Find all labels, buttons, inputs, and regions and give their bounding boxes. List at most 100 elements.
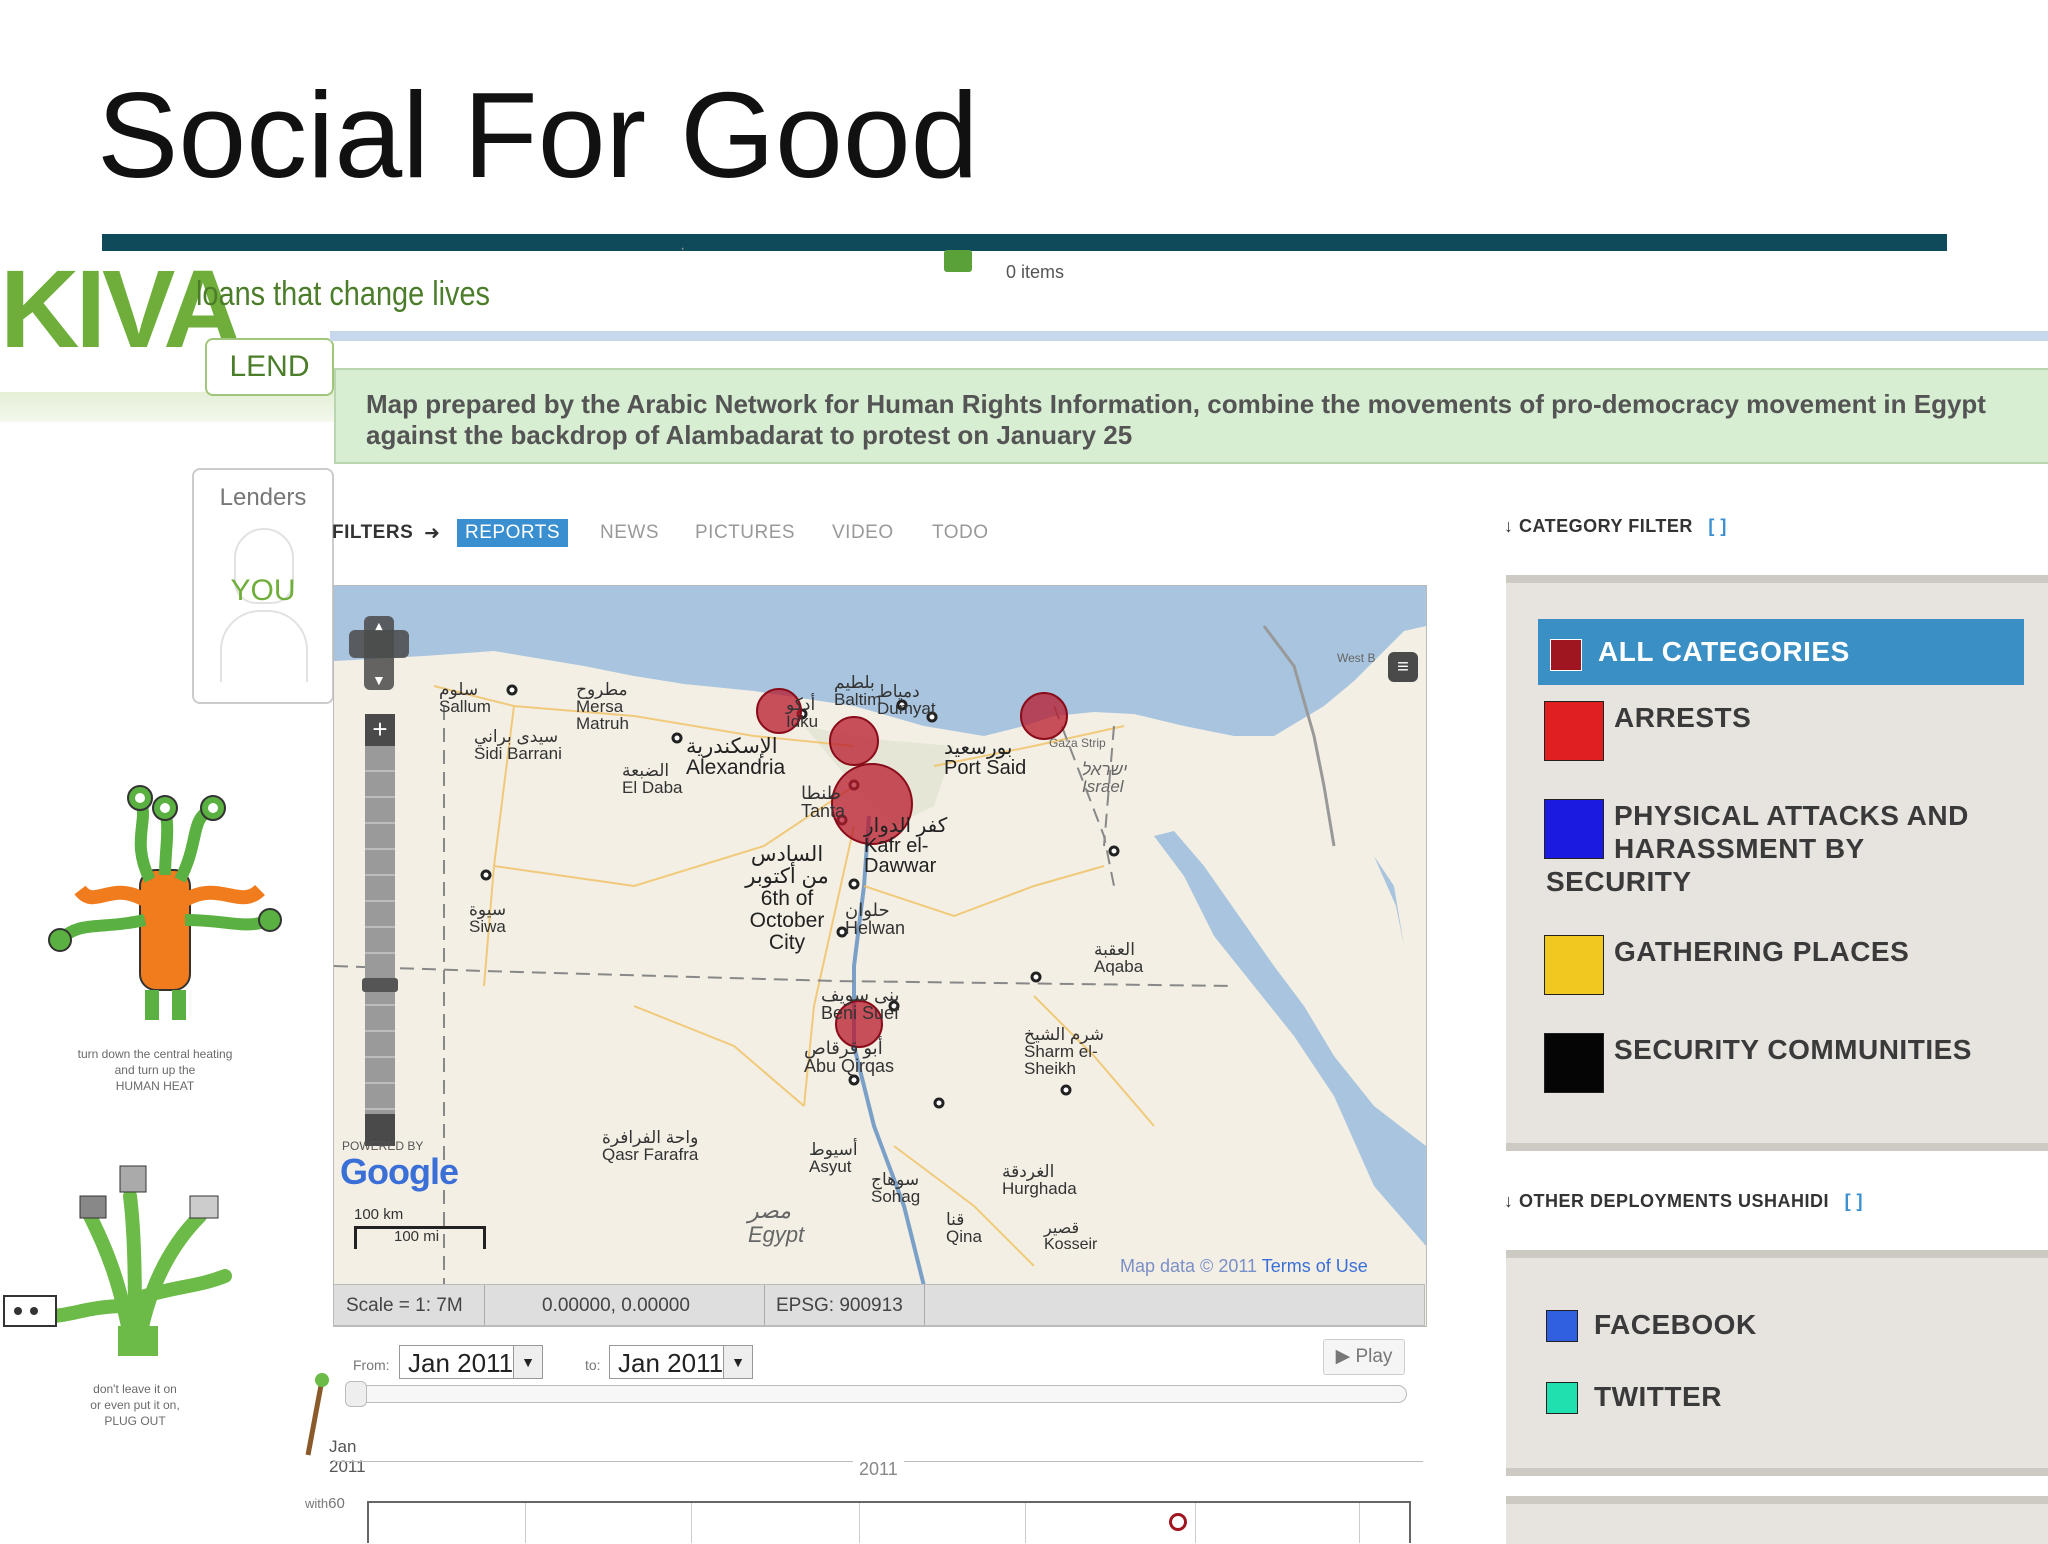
place-baltim: بلطيم Baltim (834, 673, 882, 709)
place-asyut: أسيوط Asyut (809, 1140, 858, 1176)
place-tanta: طنطا Tanta (801, 783, 846, 821)
timeline-panel: From: Jan 2011 ▼ to: Jan 2011 ▼ ▶ Play J… (305, 1339, 1425, 1543)
tab-todo[interactable]: TODO (932, 522, 989, 544)
next-panel-stub (1506, 1496, 2048, 1544)
map-scale: Scale = 1: 7M (346, 1295, 463, 1316)
category-swatch (1544, 799, 1604, 859)
zoom-in-button[interactable]: + (365, 714, 395, 746)
kiva-nav-band (0, 392, 335, 422)
other-deployments-toggle[interactable]: [ ] (1845, 1191, 1864, 1211)
category-swatch (1544, 935, 1604, 995)
category-label-continued: SECURITY (1546, 866, 1692, 897)
place-sharm-el-sheikh: شرم الشيخ Sharm el-Sheikh (1024, 1025, 1105, 1078)
place-sidi-barrani: سيدى براني Sidi Barrani (474, 727, 562, 763)
deployment-label: FACEBOOK (1594, 1309, 1757, 1340)
plug-monster-illustration (3, 1165, 232, 1356)
place-el-daba: الضبعة El Daba (622, 761, 683, 797)
chevron-down-icon[interactable]: ▼ (723, 1346, 752, 1378)
tab-news[interactable]: NEWS (600, 522, 659, 544)
category-physical-attacks[interactable]: PHYSICAL ATTACKS AND HARASSMENT BY SECUR… (1506, 799, 2048, 899)
pan-down-icon[interactable]: ▼ (372, 672, 386, 688)
place-abu-qirqas: أبو قرقاص Abu Qirqas (804, 1038, 895, 1076)
scale-km: 100 km (354, 1206, 404, 1223)
reports-map[interactable]: سلوم Sallum سيدى براني Sidi Barrani مطروح M… (333, 585, 1427, 1327)
time-slider-handle[interactable] (345, 1381, 367, 1407)
category-swatch (1550, 639, 1582, 671)
place-idku: أدكو Idku (786, 695, 819, 731)
graph-y-label: with60 (305, 1495, 345, 1512)
category-security-communities[interactable]: SECURITY COMMUNITIES (1506, 1033, 2048, 1093)
category-filter-header[interactable]: ↓ CATEGORY FILTER [ ] (1504, 516, 1727, 537)
place-sallum: سلوم Sallum (439, 680, 491, 716)
zoom-slider[interactable] (365, 746, 395, 1114)
ushahidi-header-bar (330, 331, 2048, 341)
deployment-twitter[interactable]: TWITTER (1506, 1378, 2048, 1418)
category-all[interactable]: ALL CATEGORIES (1538, 619, 2024, 685)
arrow-down-icon: ↓ (1504, 516, 1520, 536)
place-hurghada: الغردقة Hurghada (1002, 1162, 1077, 1198)
other-deployments-header[interactable]: ↓ OTHER DEPLOYMENTS USHAHIDI [ ] (1504, 1191, 1863, 1212)
place-kosseir: قصير Kosseir (1044, 1220, 1098, 1253)
tab-reports[interactable]: REPORTS (457, 519, 569, 547)
layers-icon[interactable]: ≡ (1388, 652, 1418, 682)
tab-pictures[interactable]: PICTURES (695, 522, 795, 544)
lenders-label: Lenders (219, 484, 307, 511)
map-caption-text: Map prepared by the Arabic Network for H… (366, 389, 1986, 450)
category-label: GATHERING PLACES (1614, 936, 1910, 967)
map-status-bar: Scale = 1: 7M 0.00000, 0.00000 EPSG: 900… (333, 1284, 1425, 1326)
place-helwan: حلوان Helwan (845, 900, 906, 938)
heating-monster-illustration (48, 785, 282, 1020)
from-label: From: (353, 1357, 390, 1373)
from-date-select[interactable]: Jan 2011 ▼ (399, 1345, 543, 1379)
place-6th-of-october: السادس من أكتوبر 6th of October City (745, 843, 829, 954)
place-aqaba: العقبة Aqaba (1094, 940, 1144, 976)
category-label: ALL CATEGORIES (1598, 636, 1850, 667)
place-mersa-matruh: مطروح Mersa Matruh (576, 680, 629, 733)
tab-video[interactable]: VIDEO (832, 522, 894, 544)
slide-title: Social For Good (97, 67, 979, 203)
filters-label: FILTERS (332, 522, 414, 543)
arrow-down-icon: ↓ (1504, 1191, 1520, 1211)
category-label: SECURITY COMMUNITIES (1614, 1034, 1972, 1065)
scale-mi: 100 mi (394, 1228, 440, 1245)
west-bank-label: West B (1337, 651, 1376, 665)
category-filter-panel: ALL CATEGORIES ARRESTS PHYSICAL ATTACKS … (1506, 575, 2048, 1151)
category-gathering-places[interactable]: GATHERING PLACES (1506, 935, 2048, 995)
map-coordinates: 0.00000, 0.00000 (542, 1295, 690, 1316)
cart-items-count[interactable]: 0 items (1006, 262, 1064, 283)
kiva-top-links: · (680, 240, 686, 257)
time-range-slider[interactable] (345, 1385, 1407, 1403)
map-caption-box: Map prepared by the Arabic Network for H… (334, 368, 2048, 464)
pan-horizontal-control[interactable] (349, 630, 409, 658)
lend-tab[interactable]: LEND (205, 338, 334, 396)
timeline-year-label: 2011 (853, 1459, 904, 1480)
play-button[interactable]: ▶ Play (1323, 1339, 1405, 1375)
category-swatch (1544, 701, 1604, 761)
deployment-facebook[interactable]: FACEBOOK (1506, 1306, 2048, 1346)
kiva-tagline: loans that change lives (196, 275, 491, 313)
terms-link[interactable]: Terms of Use (1262, 1256, 1368, 1276)
reports-graph (367, 1501, 1411, 1543)
chevron-down-icon[interactable]: ▼ (513, 1346, 542, 1378)
place-qasr-farafra: واحة الفرافرة Qasr Farafra (602, 1128, 699, 1164)
cart-icon[interactable] (944, 250, 972, 272)
zoom-slider-handle[interactable] (362, 978, 398, 992)
category-filter-toggle[interactable]: [ ] (1708, 516, 1727, 536)
place-siwa: سيوة Siwa (469, 900, 507, 936)
to-date-select[interactable]: Jan 2011 ▼ (609, 1345, 753, 1379)
place-dumyat: دمياط Dumyat (877, 682, 936, 718)
category-arrests[interactable]: ARRESTS (1506, 701, 2048, 761)
place-israel: ישראל Israel (1082, 760, 1128, 796)
deployment-swatch (1546, 1310, 1578, 1342)
map-projection: EPSG: 900913 (776, 1295, 903, 1316)
place-qina: قنا Qina (946, 1210, 982, 1246)
google-logo[interactable]: Google (340, 1151, 459, 1193)
map-attribution: Map data © 2011 Terms of Use (1120, 1256, 1368, 1276)
arrow-right-icon: ➜ (424, 523, 441, 544)
to-label: to: (585, 1357, 601, 1373)
place-egypt: مصر Egypt (748, 1198, 805, 1247)
other-deployments-panel: FACEBOOK TWITTER (1506, 1250, 2048, 1476)
heating-caption: turn down the central heating and turn u… (77, 1047, 233, 1093)
play-icon: ▶ (1335, 1346, 1351, 1367)
plug-caption: don't leave it on or even put it on, PLU… (90, 1382, 180, 1428)
